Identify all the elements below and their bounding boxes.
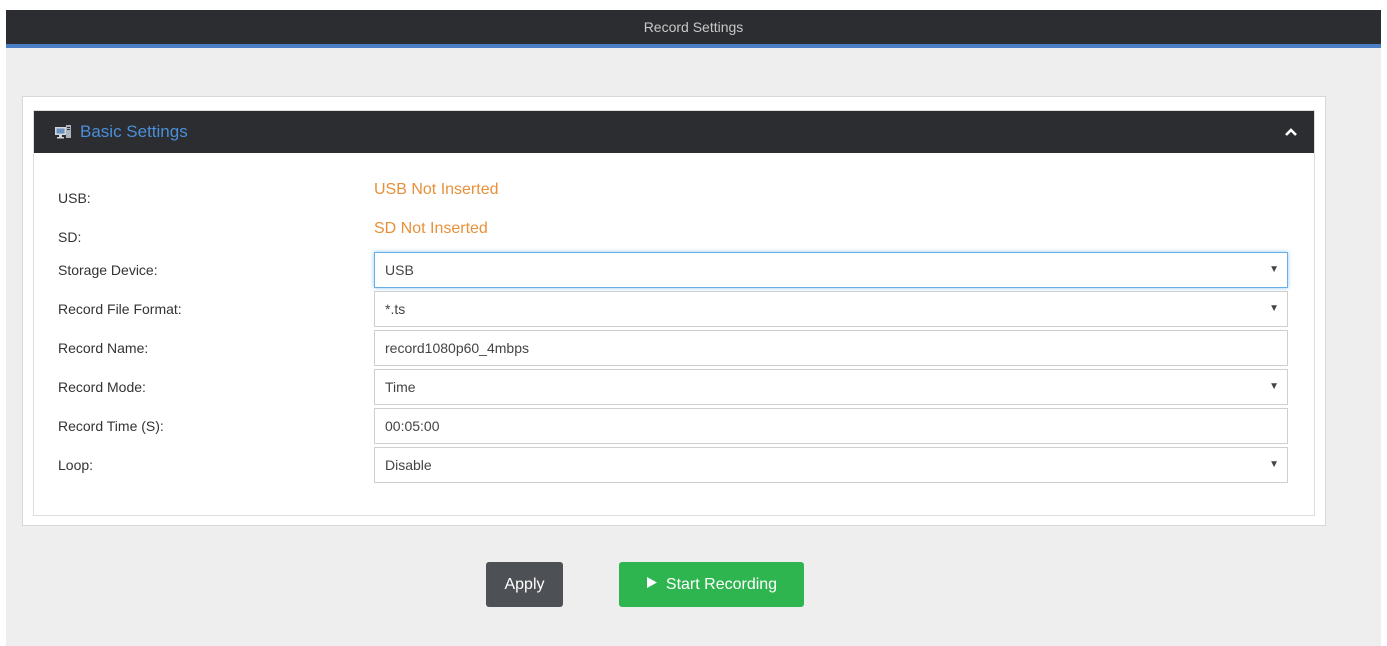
sd-status: SD Not Inserted xyxy=(374,220,488,237)
panel-title-group: Basic Settings xyxy=(54,122,188,142)
panel-header[interactable]: Basic Settings xyxy=(34,111,1314,153)
record-mode-row: Record Mode: Time ▼ xyxy=(34,369,1314,405)
sd-label: SD: xyxy=(58,229,82,245)
sd-status-row: SD: SD Not Inserted xyxy=(34,215,1314,251)
start-recording-label: Start Recording xyxy=(665,575,778,593)
storage-device-select[interactable]: USB ▼ xyxy=(374,252,1288,288)
file-format-row: Record File Format: *.ts ▼ xyxy=(34,291,1314,327)
record-name-row: Record Name: xyxy=(34,330,1314,366)
caret-down-icon: ▼ xyxy=(1269,264,1279,275)
record-mode-value: Time xyxy=(385,379,416,395)
file-format-select[interactable]: *.ts ▼ xyxy=(374,291,1288,327)
chevron-up-icon[interactable] xyxy=(1284,127,1298,137)
loop-select[interactable]: Disable ▼ xyxy=(374,447,1288,483)
caret-down-icon: ▼ xyxy=(1269,459,1279,470)
settings-container: Basic Settings USB: USB Not Inserted SD:… xyxy=(22,96,1326,526)
record-time-row: Record Time (S): xyxy=(34,408,1314,444)
record-time-input[interactable] xyxy=(374,408,1288,444)
top-bar: Record Settings xyxy=(6,10,1381,48)
record-name-label: Record Name: xyxy=(58,340,149,356)
usb-status: USB Not Inserted xyxy=(374,181,499,198)
loop-label: Loop: xyxy=(58,457,94,473)
page: Record Settings Basic Settings USB: USB … xyxy=(6,10,1381,646)
basic-settings-panel: Basic Settings USB: USB Not Inserted SD:… xyxy=(33,110,1315,516)
storage-device-value: USB xyxy=(385,262,414,278)
apply-button[interactable]: Apply xyxy=(486,562,563,607)
file-format-value: *.ts xyxy=(385,301,406,317)
file-format-label: Record File Format: xyxy=(58,301,182,317)
caret-down-icon: ▼ xyxy=(1269,381,1279,392)
play-icon xyxy=(646,576,658,594)
storage-device-row: Storage Device: USB ▼ xyxy=(34,252,1314,288)
start-recording-button[interactable]: Start Recording xyxy=(619,562,804,607)
storage-device-label: Storage Device: xyxy=(58,262,158,278)
page-title: Record Settings xyxy=(643,19,744,35)
panel-title: Basic Settings xyxy=(80,122,188,141)
record-name-input[interactable] xyxy=(374,330,1288,366)
usb-status-row: USB: USB Not Inserted xyxy=(34,176,1314,212)
loop-value: Disable xyxy=(385,457,432,473)
loop-row: Loop: Disable ▼ xyxy=(34,447,1314,483)
usb-label: USB: xyxy=(58,190,91,206)
record-mode-label: Record Mode: xyxy=(58,379,146,395)
record-mode-select[interactable]: Time ▼ xyxy=(374,369,1288,405)
monitor-settings-icon xyxy=(54,124,72,140)
record-time-label: Record Time (S): xyxy=(58,418,164,434)
caret-down-icon: ▼ xyxy=(1269,303,1279,314)
